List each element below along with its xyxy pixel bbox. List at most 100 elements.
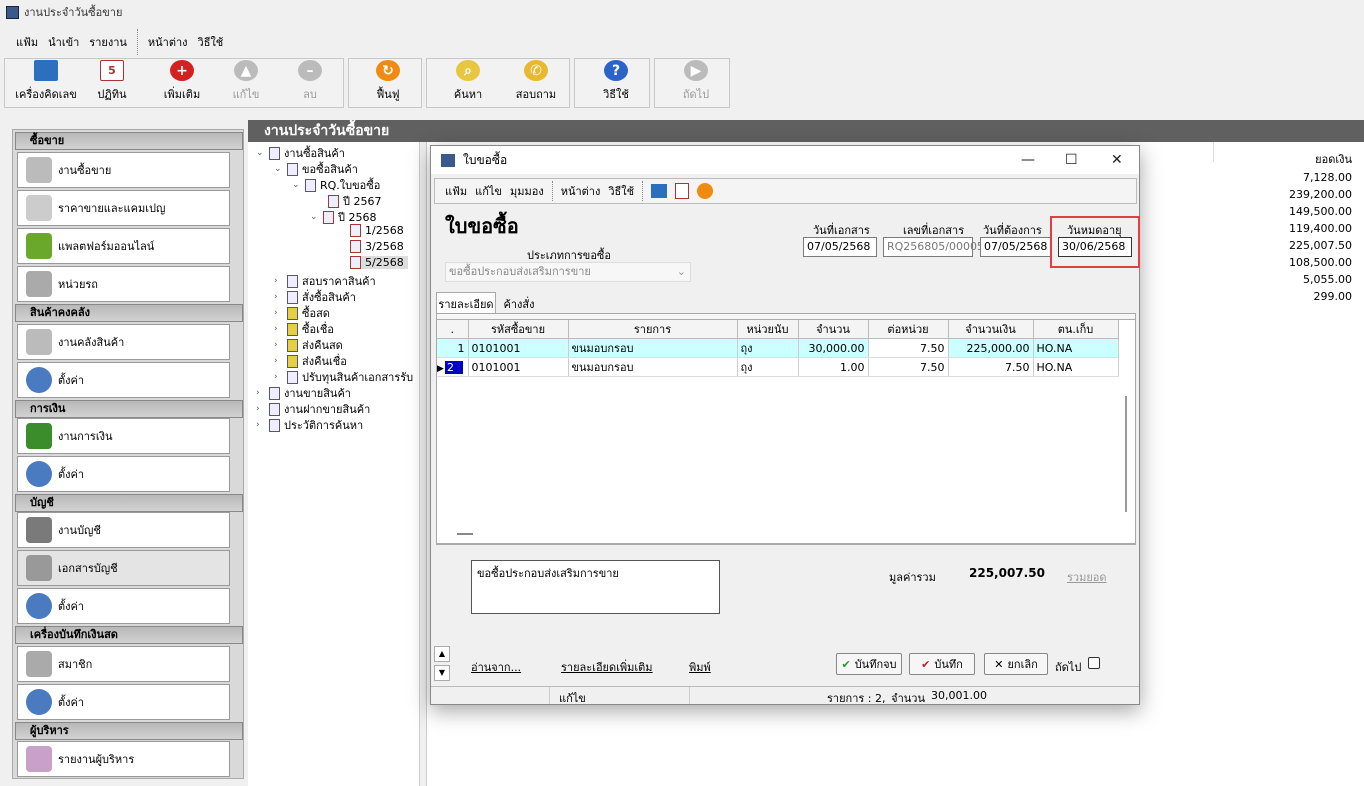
row-qty[interactable]: 1.00 bbox=[798, 357, 869, 377]
sidebar-group-cash-register[interactable]: เครื่องบันทึกเงินสด bbox=[15, 626, 243, 644]
menu-import[interactable]: นำเข้า bbox=[48, 33, 79, 51]
sidebar-group-executive[interactable]: ผู้บริหาร bbox=[15, 722, 243, 740]
sidebar-item-label: ตั้งค่า bbox=[58, 374, 85, 387]
sidebar-group-finance[interactable]: การเงิน bbox=[15, 400, 243, 418]
sidebar-item-accounting-work[interactable]: งานบัญชี bbox=[17, 512, 230, 548]
sidebar-item-finance-settings[interactable]: ตั้งค่า bbox=[17, 456, 230, 492]
expand-arrow-icon: ⌄ bbox=[292, 180, 300, 190]
dialog-menu-edit[interactable]: แก้ไข bbox=[475, 182, 502, 200]
sidebar-group-accounting[interactable]: บัญชี bbox=[15, 494, 243, 512]
delete-button[interactable]: – ลบ bbox=[290, 60, 330, 106]
row-unit[interactable]: ถุง bbox=[737, 357, 799, 377]
more-details-link[interactable]: รายละเอียดเพิ่มเติม bbox=[561, 658, 653, 676]
dialog-menu-file[interactable]: แฟ้ม bbox=[445, 182, 467, 200]
menu-file[interactable]: แฟ้ม bbox=[16, 33, 38, 51]
truck-icon bbox=[26, 271, 52, 297]
scroll-down-icon[interactable]: ▼ bbox=[434, 665, 450, 681]
sidebar-item-finance-work[interactable]: งานการเงิน bbox=[17, 418, 230, 454]
doc-no-field[interactable]: RQ256805/00005 bbox=[883, 237, 984, 257]
sidebar-item-online-platform[interactable]: แพลตฟอร์มออนไลน์ bbox=[17, 228, 230, 264]
sidebar-item-executive-report[interactable]: รายงานผู้บริหาร bbox=[17, 741, 230, 777]
row-item[interactable]: ขนมอบกรอบ bbox=[568, 357, 738, 377]
sidebar-item-trade-work[interactable]: งานซื้อขาย bbox=[17, 152, 230, 188]
need-date-field[interactable]: 07/05/2568 bbox=[980, 237, 1052, 257]
sidebar-item-warehouse[interactable]: งานคลังสินค้า bbox=[17, 324, 230, 360]
add-button[interactable]: + เพิ่มเติม bbox=[160, 60, 204, 106]
read-from-link[interactable]: อ่านจาก... bbox=[471, 658, 521, 676]
sidebar-item-members[interactable]: สมาชิก bbox=[17, 646, 230, 682]
menu-window[interactable]: หน้าต่าง bbox=[148, 33, 188, 51]
tree-label: ประวัติการค้นหา bbox=[284, 419, 364, 432]
close-icon[interactable]: ✕ bbox=[1111, 152, 1123, 168]
sidebar-item-accounting-settings[interactable]: ตั้งค่า bbox=[17, 588, 230, 624]
main-menubar: แฟ้ม นำเข้า รายงาน หน้าต่าง วิธีใช้ bbox=[10, 26, 223, 58]
doc-date-field[interactable]: 07/05/2568 bbox=[803, 237, 877, 257]
shop-bag-icon bbox=[26, 233, 52, 259]
sidebar-item-accounting-docs[interactable]: เอกสารบัญชี bbox=[17, 550, 230, 586]
maximize-icon[interactable]: ☐ bbox=[1065, 152, 1078, 168]
row-qty[interactable]: 30,000.00 bbox=[798, 338, 869, 358]
dialog-menu-help[interactable]: วิธีใช้ bbox=[608, 182, 634, 200]
sidebar-group-trade[interactable]: ซื้อขาย bbox=[15, 132, 243, 150]
print-link[interactable]: พิมพ์ bbox=[689, 658, 711, 676]
row-unit-price[interactable]: 7.50 bbox=[868, 357, 949, 377]
tree-node-5-2568[interactable]: 5/2568 bbox=[350, 256, 408, 269]
tab-details[interactable]: รายละเอียด bbox=[436, 292, 496, 314]
calendar-icon: 5 bbox=[100, 60, 124, 81]
sidebar-item-register-settings[interactable]: ตั้งค่า bbox=[17, 684, 230, 720]
row-amount: 7.50 bbox=[948, 357, 1034, 377]
scroll-up-icon[interactable]: ▲ bbox=[434, 646, 450, 662]
table-row[interactable]: 1 0101001 ขนมอบกรอบ ถุง 30,000.00 7.50 2… bbox=[437, 338, 1119, 358]
col-unit: หน่วยนับ bbox=[737, 320, 799, 339]
calculator-button[interactable]: เครื่องคิดเลข bbox=[14, 60, 78, 106]
row-amount: 225,000.00 bbox=[948, 338, 1034, 358]
inquiry-button[interactable]: ✆ สอบถาม bbox=[512, 60, 560, 106]
horizontal-scrollbar[interactable] bbox=[457, 533, 473, 535]
sidebar-item-price-campaign[interactable]: ราคาขายและแคมเปญ bbox=[17, 190, 230, 226]
col-item: รายการ bbox=[568, 320, 738, 339]
help-button[interactable]: ? วิธีใช้ bbox=[596, 60, 636, 106]
tree-node-3-2568[interactable]: 3/2568 bbox=[350, 240, 404, 253]
sidebar-item-vehicle-unit[interactable]: หน่วยรถ bbox=[17, 266, 230, 302]
next-checkbox[interactable] bbox=[1088, 657, 1100, 669]
calendar-icon[interactable] bbox=[675, 183, 690, 199]
restore-button[interactable]: ↻ ฟื้นฟู bbox=[368, 60, 408, 106]
request-type-select[interactable]: ขอซื้อประกอบส่งเสริมการขาย ⌄ bbox=[445, 262, 691, 282]
tab-pending[interactable]: ค้างสั่ง bbox=[499, 294, 539, 314]
menu-report[interactable]: รายงาน bbox=[89, 33, 127, 51]
calendar-button[interactable]: 5 ปฏิทิน bbox=[92, 60, 132, 106]
row-item[interactable]: ขนมอบกรอบ bbox=[568, 338, 738, 358]
tree-label: 1/2568 bbox=[365, 224, 404, 237]
help-label: วิธีใช้ bbox=[603, 88, 629, 101]
sidebar-item-label: ตั้งค่า bbox=[58, 600, 85, 613]
note-textarea[interactable]: ขอซื้อประกอบส่งเสริมการขาย bbox=[471, 560, 720, 614]
table-row[interactable]: ▶ 2 0101001 ขนมอบกรอบ ถุง 1.00 7.50 7.50 … bbox=[437, 357, 1119, 377]
dialog-menu-window[interactable]: หน้าต่าง bbox=[561, 182, 601, 200]
expire-date-field[interactable]: 30/06/2568 bbox=[1058, 237, 1132, 257]
row-location[interactable]: HO.NA bbox=[1033, 338, 1119, 358]
cancel-button[interactable]: ✕ ยกเลิก bbox=[984, 653, 1048, 675]
save-close-button[interactable]: ✔ บันทึกจบ bbox=[836, 653, 902, 675]
edit-button[interactable]: ▲ แก้ไข bbox=[226, 60, 266, 106]
row-location[interactable]: HO.NA bbox=[1033, 357, 1119, 377]
row-code[interactable]: 0101001 bbox=[468, 357, 569, 377]
dialog-menu-view[interactable]: มุมมอง bbox=[510, 182, 544, 200]
calculator-icon[interactable] bbox=[651, 184, 668, 198]
refresh-icon[interactable] bbox=[697, 183, 714, 199]
tree-node-1-2568[interactable]: 1/2568 bbox=[350, 224, 404, 237]
row-unit[interactable]: ถุง bbox=[737, 338, 799, 358]
save-button[interactable]: ✔ บันทึก bbox=[909, 653, 975, 675]
vertical-scrollbar[interactable] bbox=[1125, 396, 1127, 512]
next-button[interactable]: ▶ ถัดไป bbox=[676, 60, 716, 106]
tree-node-search-history[interactable]: › ประวัติการค้นหา bbox=[256, 416, 363, 434]
menu-help[interactable]: วิธีใช้ bbox=[198, 33, 224, 51]
sidebar-item-label: ตั้งค่า bbox=[58, 468, 85, 481]
row-unit-price[interactable]: 7.50 bbox=[868, 338, 949, 358]
sidebar-item-inventory-settings[interactable]: ตั้งค่า bbox=[17, 362, 230, 398]
minimize-icon[interactable]: — bbox=[1021, 152, 1035, 168]
sidebar-group-inventory[interactable]: สินค้าคงคลัง bbox=[15, 304, 243, 322]
row-code[interactable]: 0101001 bbox=[468, 338, 569, 358]
search-button[interactable]: ⌕ ค้นหา bbox=[448, 60, 488, 106]
sum-link[interactable]: รวมยอด bbox=[1067, 568, 1107, 586]
document-icon bbox=[287, 370, 298, 384]
